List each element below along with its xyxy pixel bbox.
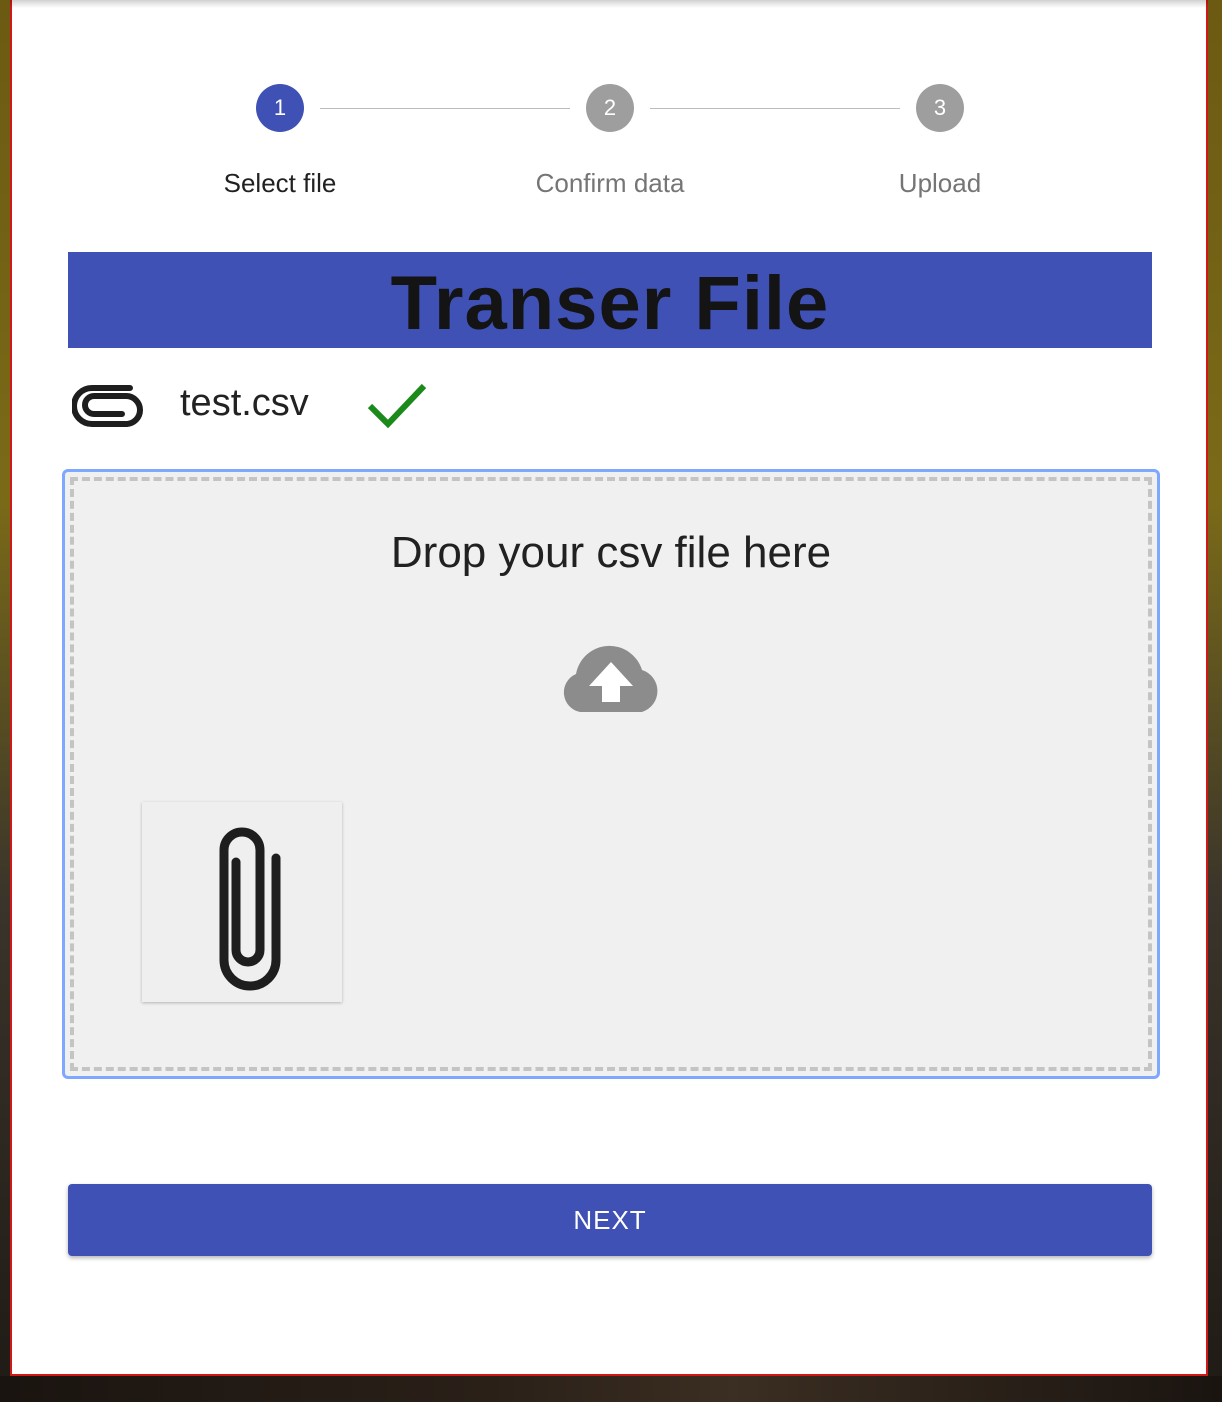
- cloud-upload-icon[interactable]: [558, 640, 664, 714]
- step-2-circle[interactable]: 2: [586, 84, 634, 132]
- paperclip-icon: [219, 827, 281, 991]
- top-shadow: [10, 0, 1208, 8]
- step-3-label: Upload: [898, 168, 982, 198]
- page-title: Transer File: [390, 261, 830, 346]
- checkmark-icon: [367, 383, 427, 429]
- paperclip-icon: [72, 385, 143, 427]
- step-connector-1: [320, 108, 570, 109]
- step-1-label: Select file: [223, 168, 337, 198]
- step-1-circle[interactable]: 1: [256, 84, 304, 132]
- step-2-label: Confirm data: [535, 168, 685, 198]
- background-photo-bottom: [0, 1376, 1222, 1402]
- next-button[interactable]: NEXT: [68, 1184, 1152, 1256]
- step-3-circle[interactable]: 3: [916, 84, 964, 132]
- step-connector-2: [650, 108, 900, 109]
- page-title-banner: Transer File: [68, 252, 1152, 348]
- dropzone-prompt: Drop your csv file here: [390, 528, 832, 577]
- file-preview-thumbnail[interactable]: [142, 802, 342, 1002]
- file-name: test.csv: [180, 382, 309, 424]
